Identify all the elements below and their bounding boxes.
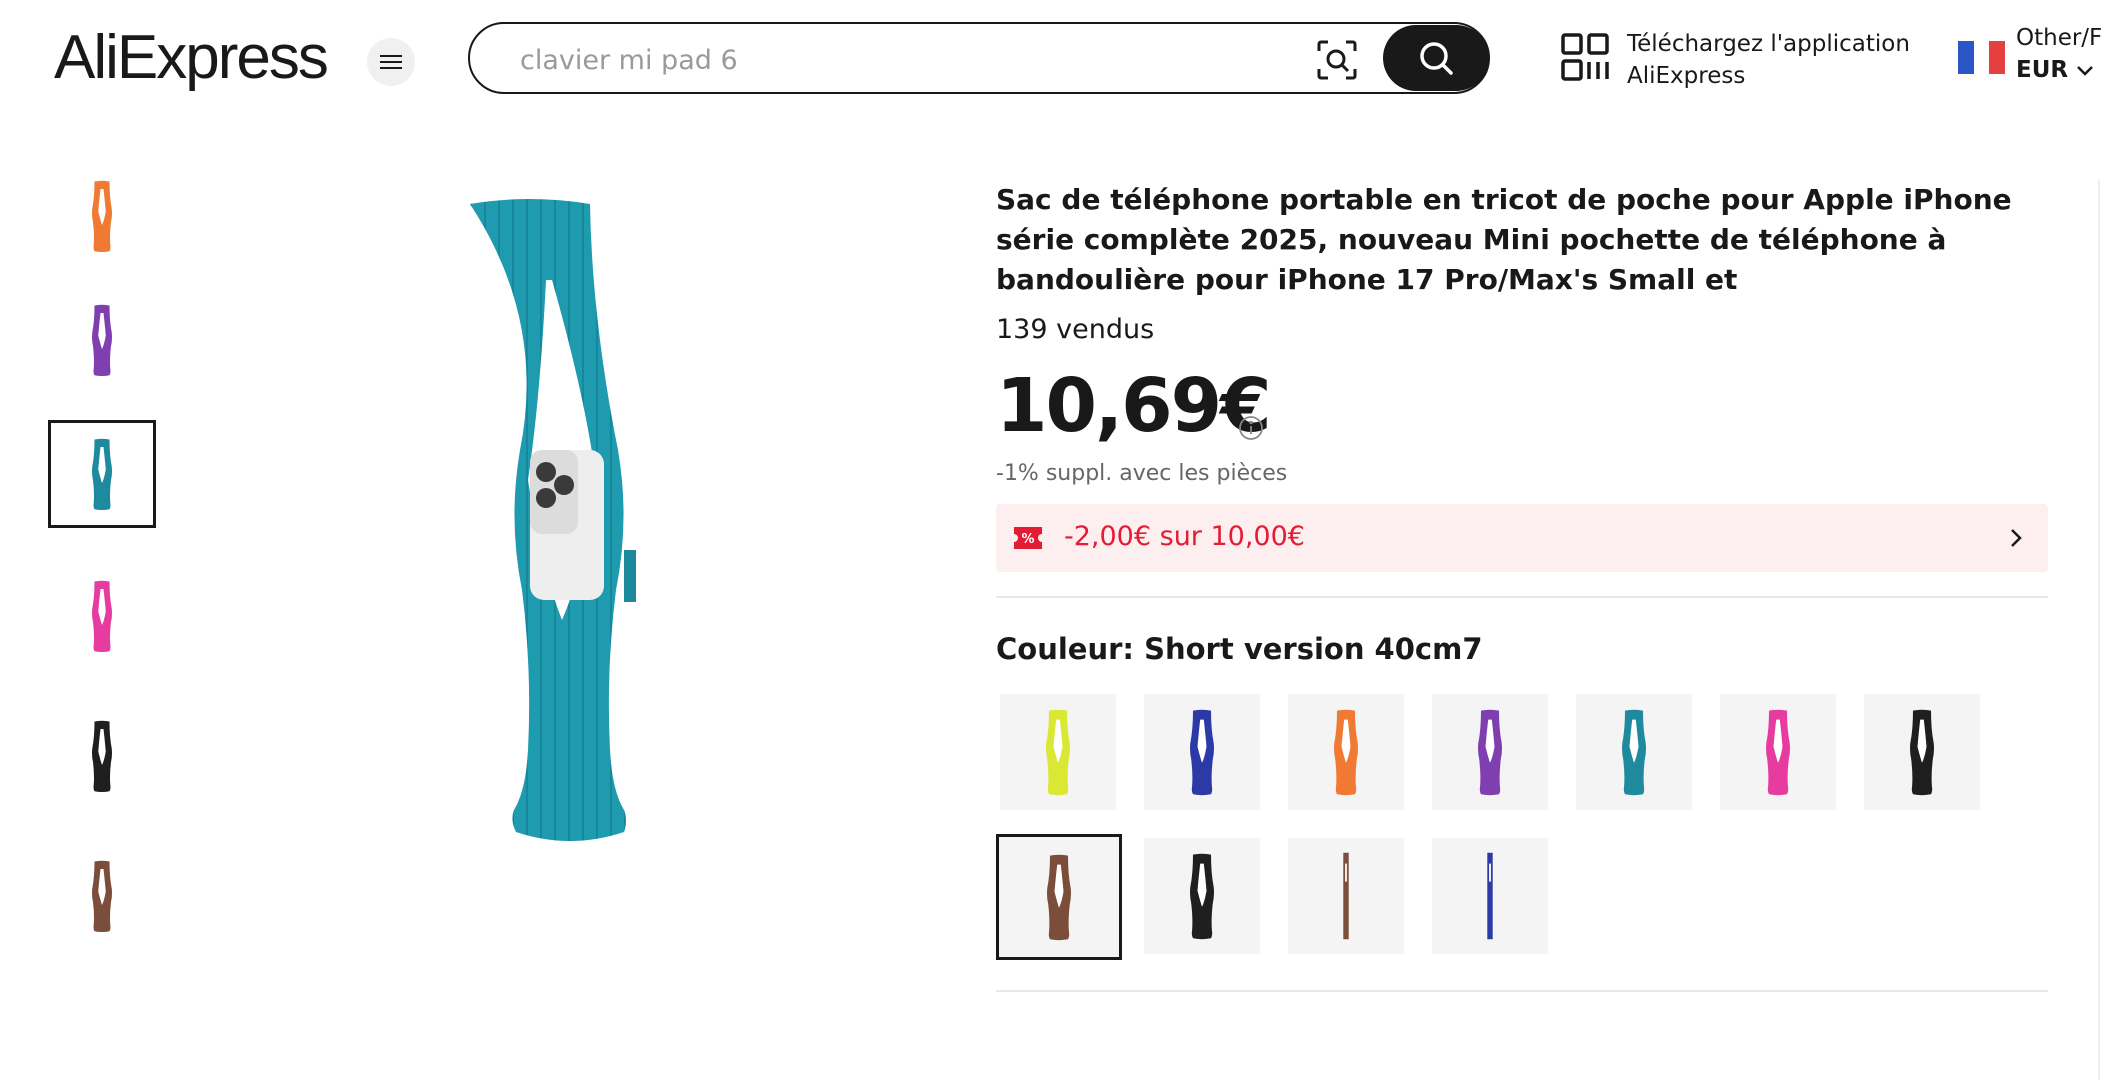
logo-text: AliExpress: [54, 23, 329, 92]
side-panel-edge: [2098, 180, 2100, 1080]
hamburger-icon: [380, 55, 402, 69]
swatch-bag-image: [1334, 709, 1358, 796]
site-header: AliExpress clavier mi pad 6 Téléchargez …: [0, 0, 2104, 118]
swatch-bag-image: [1343, 852, 1349, 940]
coupon-banner[interactable]: % -2,00€ sur 10,00€: [996, 504, 2048, 572]
coins-discount-note: -1% suppl. avec les pièces: [996, 461, 1288, 486]
thumbnail-bag-image: [92, 720, 112, 792]
color-swatch-5[interactable]: [1576, 694, 1692, 810]
france-flag-icon: [1958, 41, 2006, 74]
search-button[interactable]: [1383, 25, 1489, 91]
thumbnail-bag-image: [92, 438, 112, 510]
thumbnail-bag-image: [92, 860, 112, 932]
thumbnail-bag-image: [92, 180, 112, 252]
price-row: 10,69€: [996, 363, 2050, 449]
thumbnail-bag-image: [92, 580, 112, 652]
swatch-bag-image: [1910, 709, 1934, 796]
coupon-icon: %: [1014, 527, 1042, 549]
color-swatch-2[interactable]: [1144, 694, 1260, 810]
search-bar: [468, 22, 1490, 94]
swatch-bag-image: [1766, 709, 1790, 796]
currency-label: EUR: [2016, 57, 2069, 83]
locale-text: Other/F EUR: [2016, 22, 2104, 86]
swatch-bag-image: [1622, 709, 1646, 796]
color-swatch-11[interactable]: [1432, 838, 1548, 954]
price: 10,69€: [996, 363, 1272, 449]
chevron-down-icon: [2077, 66, 2094, 76]
color-swatch-8[interactable]: [996, 834, 1122, 960]
thumbnail-2[interactable]: [48, 286, 156, 394]
search-icon: [1420, 42, 1453, 75]
product-info: Sac de téléphone portable en tricot de p…: [996, 180, 2050, 992]
swatch-bag-image: [1047, 854, 1071, 941]
swatch-bag-image: [1046, 709, 1070, 796]
thumbnail-bag-image: [92, 304, 112, 376]
color-swatch-7[interactable]: [1864, 694, 1980, 810]
swatch-bag-image: [1487, 852, 1493, 940]
qr-code-icon: [1561, 33, 1609, 81]
thumbnail-5[interactable]: [48, 702, 156, 810]
swatch-bag-image: [1478, 709, 1502, 796]
aliexpress-logo[interactable]: AliExpress: [54, 22, 329, 93]
swatch-bag-image: [1190, 853, 1214, 940]
thumbnail-6[interactable]: [48, 842, 156, 950]
color-swatches: [996, 690, 2048, 970]
menu-button[interactable]: [367, 38, 415, 86]
color-swatch-6[interactable]: [1720, 694, 1836, 810]
app-download-line1: Téléchargez l'application: [1627, 31, 1910, 57]
image-search-button[interactable]: [1315, 38, 1359, 82]
color-label: Couleur: Short version 40cm7: [996, 632, 1483, 666]
search-input[interactable]: [520, 42, 1320, 78]
thumbnail-3[interactable]: [48, 420, 156, 528]
divider: [996, 596, 2048, 598]
color-swatch-4[interactable]: [1432, 694, 1548, 810]
locale-region: Other/F: [2016, 25, 2103, 51]
camera-search-icon: [1317, 40, 1357, 80]
app-download-line2: AliExpress: [1627, 63, 1746, 89]
color-swatch-10[interactable]: [1288, 838, 1404, 954]
color-swatch-1[interactable]: [1000, 694, 1116, 810]
main-product-image[interactable]: [200, 150, 940, 950]
app-download-text: Téléchargez l'application AliExpress: [1627, 28, 1947, 92]
product-title: Sac de téléphone portable en tricot de p…: [996, 183, 2012, 296]
thumbnail-1[interactable]: [48, 162, 156, 270]
chevron-right-icon: [2011, 529, 2022, 547]
color-swatch-9[interactable]: [1144, 838, 1260, 954]
swatch-bag-image: [1190, 709, 1214, 796]
svg-text:%: %: [1021, 532, 1034, 547]
knit-phone-bag-image: [470, 199, 636, 841]
info-icon[interactable]: [1238, 415, 1264, 441]
sold-count: 139 vendus: [996, 314, 1155, 345]
coupon-text: -2,00€ sur 10,00€: [1064, 521, 1305, 552]
color-swatch-3[interactable]: [1288, 694, 1404, 810]
divider: [996, 990, 2048, 992]
thumbnail-4[interactable]: [48, 562, 156, 670]
